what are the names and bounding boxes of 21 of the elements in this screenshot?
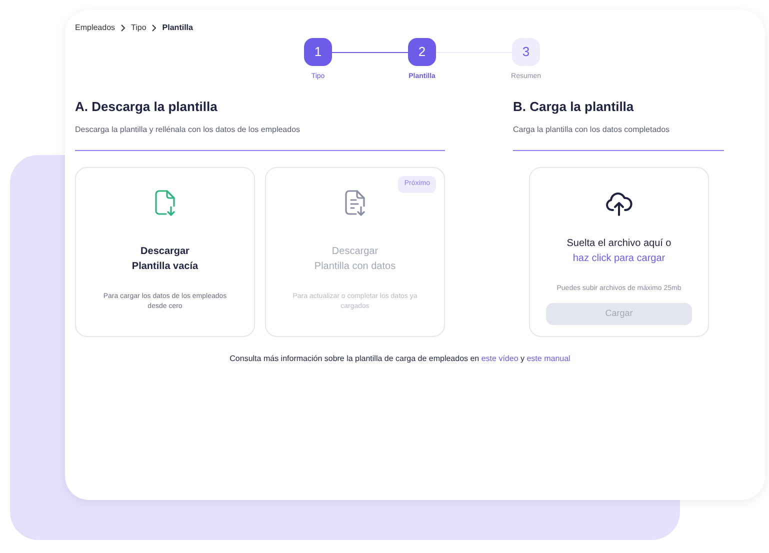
document-lines-download-icon: [345, 190, 365, 216]
section-subtitle: Carga la plantilla con los datos completados: [513, 124, 724, 151]
breadcrumb-link[interactable]: Empleados: [75, 22, 116, 34]
upload-link[interactable]: haz click para cargar: [572, 253, 666, 264]
document-download-icon: [155, 190, 175, 216]
option-title: Descargar Plantilla vacía: [132, 245, 198, 274]
section-heading: A. Descarga la plantilla: [75, 98, 218, 116]
chevron-icon: [151, 24, 158, 32]
info-link[interactable]: este vídeo: [481, 354, 518, 363]
step-number: 3: [512, 38, 540, 66]
cloud-upload-icon: [605, 192, 633, 216]
section-heading: B. Carga la plantilla: [513, 98, 635, 116]
breadcrumb-link[interactable]: Tipo: [131, 22, 146, 34]
info-link[interactable]: este manual: [526, 354, 570, 363]
chevron-icon: [120, 24, 126, 32]
option-title: Descargar Plantilla con datos: [314, 245, 396, 274]
info-sentence: Consulta más información sobre la plantilla de carga de empleados en este vídeo y este manual: [228, 353, 572, 365]
drop-instructions: Suelta el archivo aquí o haz click para cargar: [566, 237, 672, 266]
step-number: 1: [304, 38, 332, 66]
step-number: 2: [408, 38, 436, 66]
section-subtitle: Descarga la plantilla y rellénala con los datos de los empleados: [75, 124, 445, 151]
